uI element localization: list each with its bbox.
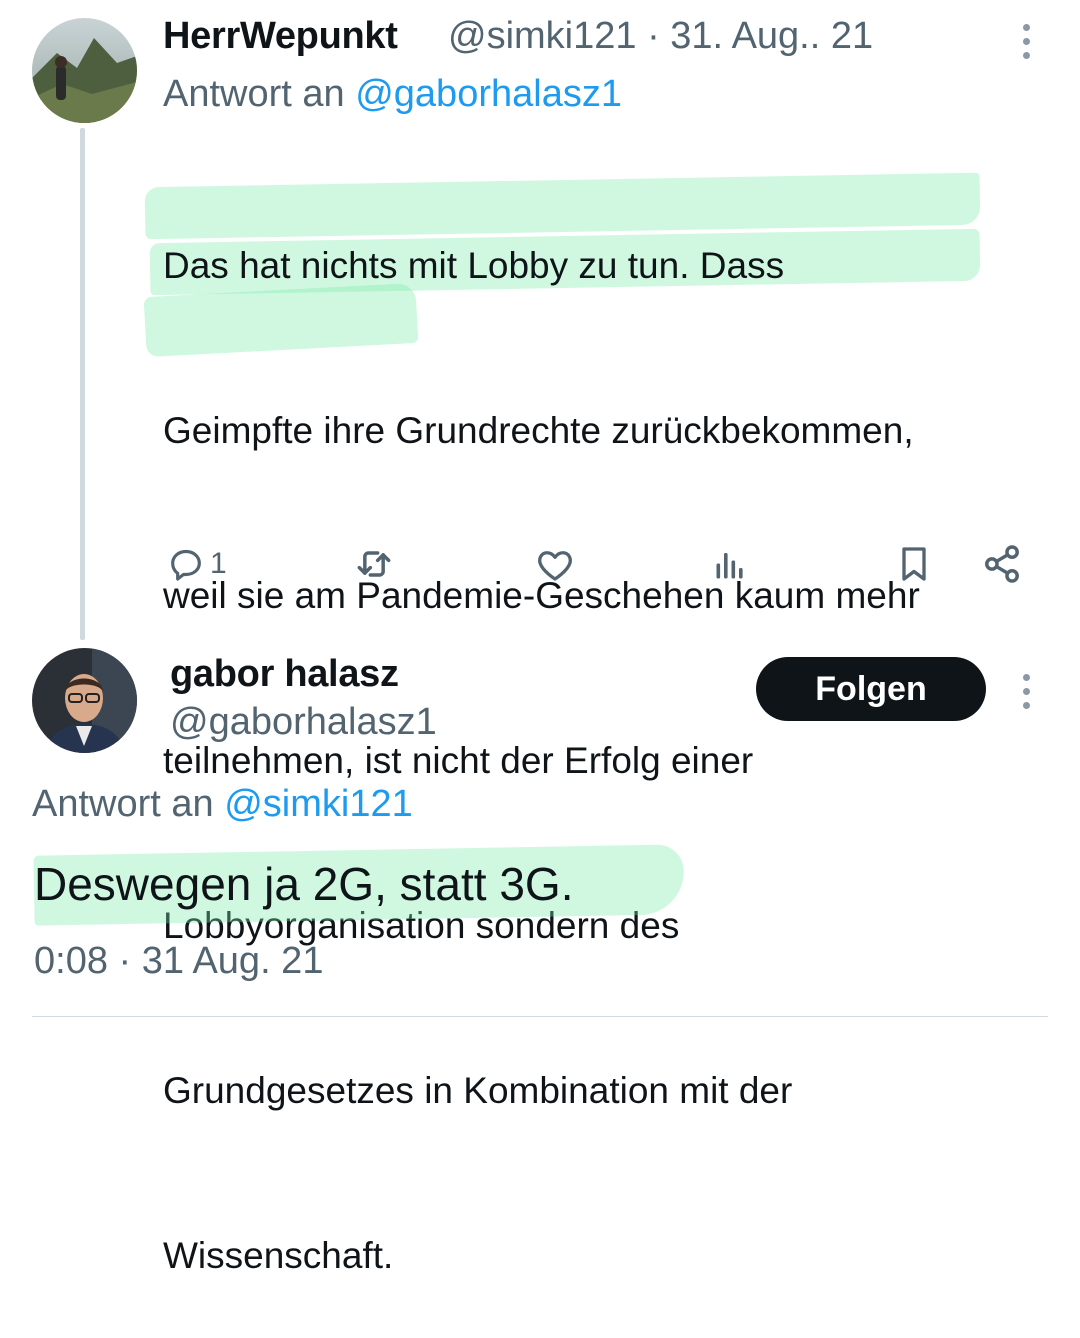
more-icon[interactable] bbox=[1022, 674, 1030, 709]
reply-prefix: Antwort an bbox=[32, 783, 225, 825]
author-handle-date[interactable]: @simki121 · 31. Aug.. 21 bbox=[448, 12, 873, 60]
tweet-line: Das hat nichts mit Lobby zu tun. Dass bbox=[163, 245, 785, 286]
share-button[interactable] bbox=[980, 542, 1024, 586]
retweet-button[interactable] bbox=[352, 542, 396, 586]
bookmark-icon bbox=[902, 547, 926, 581]
tweet-line: Grundgesetzes in Kombination mit der bbox=[163, 1070, 793, 1111]
reply-count: 1 bbox=[210, 547, 227, 580]
tweet-timestamp[interactable]: 0:08 · 31 Aug. 21 bbox=[34, 937, 323, 985]
follow-button[interactable]: Folgen bbox=[756, 657, 986, 721]
reply-button[interactable]: 1 bbox=[166, 542, 227, 586]
reply-icon bbox=[171, 549, 201, 581]
divider bbox=[32, 1016, 1048, 1017]
author-handle[interactable]: @gaborhalasz1 bbox=[170, 698, 437, 746]
author-name[interactable]: gabor halasz bbox=[170, 650, 399, 698]
tweet-line: Wissenschaft. bbox=[163, 1235, 394, 1276]
avatar-gaborhalasz[interactable] bbox=[32, 648, 137, 753]
reply-to-link[interactable]: @gaborhalasz1 bbox=[355, 73, 622, 115]
like-icon bbox=[538, 551, 572, 581]
views-icon bbox=[716, 553, 743, 579]
share-icon bbox=[985, 545, 1019, 583]
tweet-text: Deswegen ja 2G, statt 3G. bbox=[34, 858, 574, 910]
reply-context: Antwort an @gaborhalasz1 bbox=[163, 70, 622, 118]
reply-to-link[interactable]: @simki121 bbox=[224, 783, 413, 825]
avatar-herrwepunkt[interactable] bbox=[32, 18, 137, 123]
like-button[interactable] bbox=[533, 543, 577, 587]
tweet-line: Geimpfte ihre Grundrechte zurückbekommen… bbox=[163, 410, 914, 451]
more-icon[interactable] bbox=[1022, 24, 1030, 59]
thread-line bbox=[80, 128, 85, 640]
bookmark-button[interactable] bbox=[894, 542, 934, 586]
views-button[interactable] bbox=[712, 545, 748, 585]
author-name[interactable]: HerrWepunkt bbox=[163, 12, 398, 60]
reply-context: Antwort an @simki121 bbox=[32, 780, 413, 828]
retweet-icon bbox=[357, 551, 391, 577]
reply-prefix: Antwort an bbox=[163, 73, 356, 115]
